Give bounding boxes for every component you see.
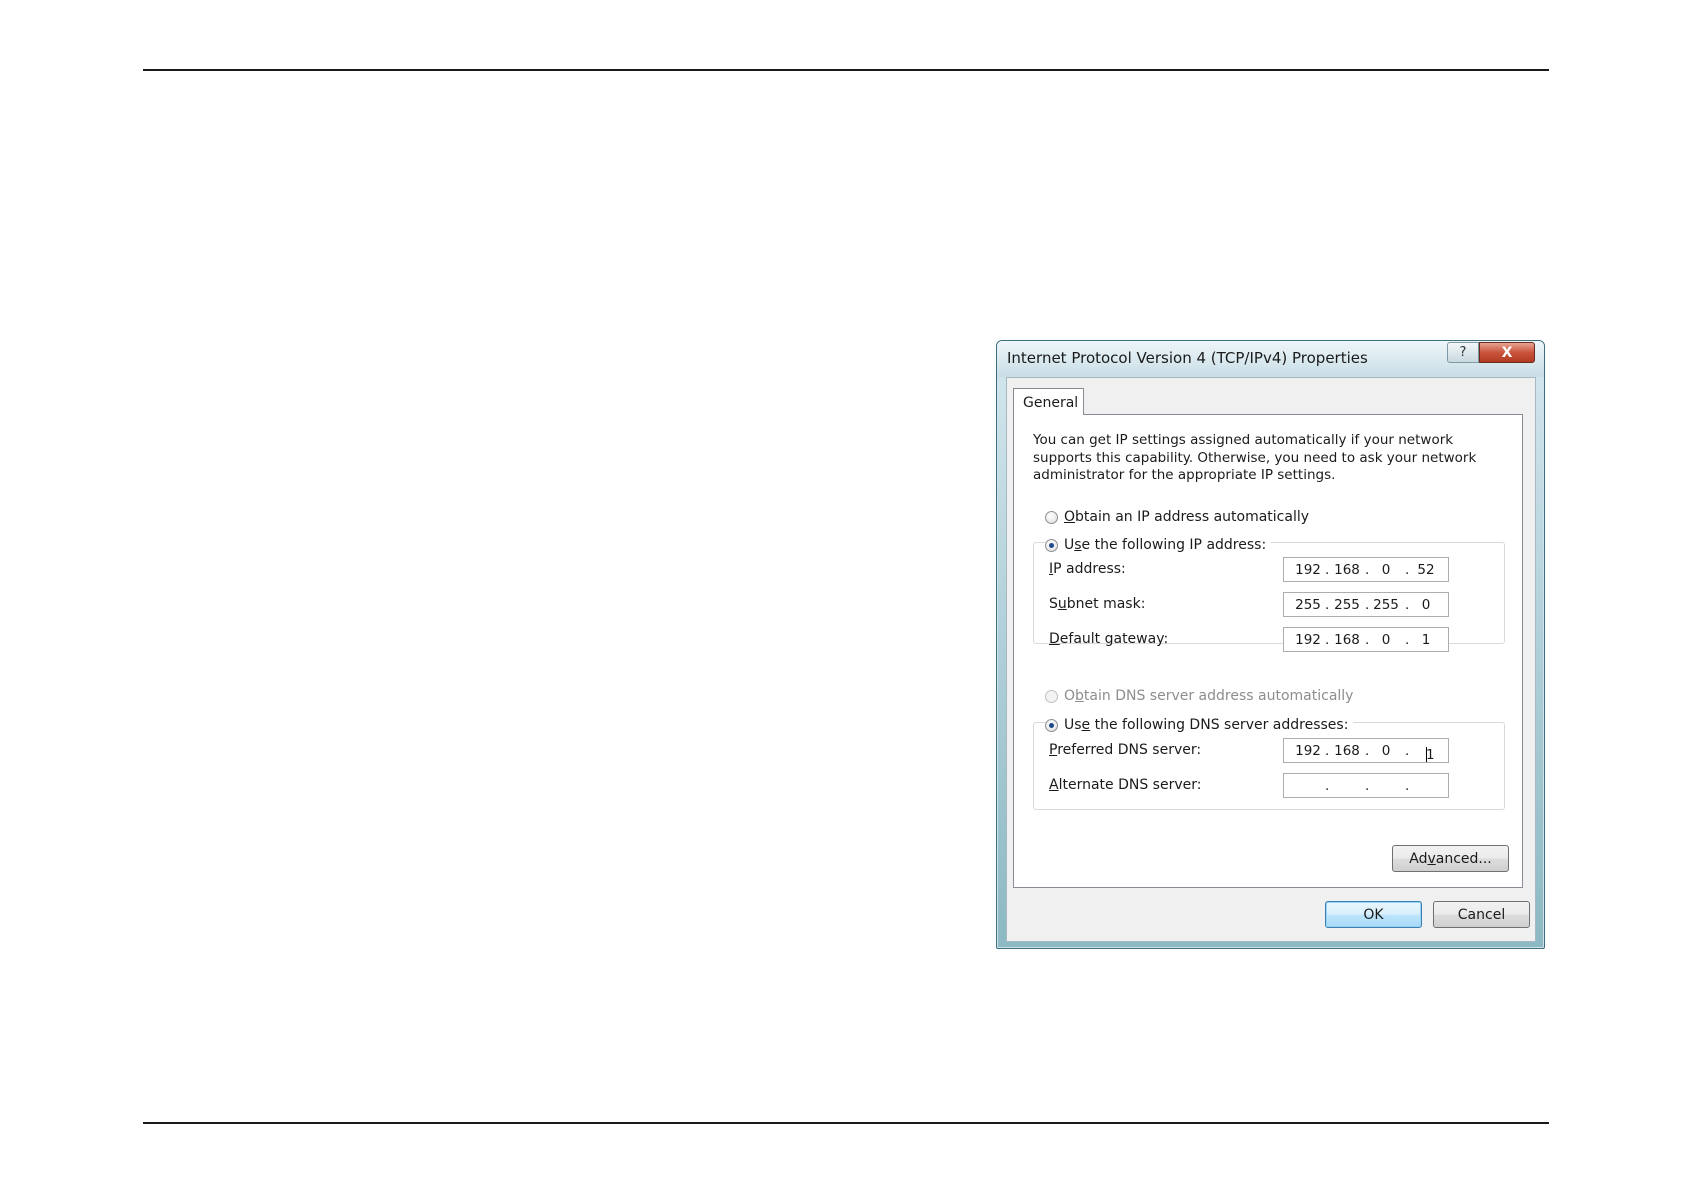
ipv4-properties-dialog: Internet Protocol Version 4 (TCP/IPv4) P… bbox=[996, 340, 1545, 949]
radio-disabled-icon bbox=[1045, 689, 1058, 703]
subnet-mask-input[interactable]: 255. 255. 255. 0 bbox=[1283, 592, 1449, 617]
general-tab-panel: You can get IP settings assigned automat… bbox=[1013, 414, 1523, 888]
radio-checked-icon bbox=[1045, 718, 1058, 732]
alternate-dns-input[interactable]: . . . bbox=[1283, 773, 1449, 798]
use-following-dns-radio[interactable]: Use the following DNS server addresses: bbox=[1045, 715, 1354, 735]
dialog-title: Internet Protocol Version 4 (TCP/IPv4) P… bbox=[1007, 349, 1368, 367]
dns-server-group: Preferred DNS server: 192. 168. 0. 1 Alt… bbox=[1033, 722, 1505, 810]
question-mark-icon: ? bbox=[1459, 345, 1467, 360]
ip-address-group: IP address: 192. 168. 0. 52 Subnet mask:… bbox=[1033, 542, 1505, 652]
close-button[interactable]: X bbox=[1479, 342, 1535, 363]
close-icon: X bbox=[1501, 344, 1513, 361]
use-following-dns-label: Use the following DNS server addresses: bbox=[1064, 717, 1349, 733]
radio-unchecked-icon bbox=[1045, 510, 1058, 524]
ip-address-input[interactable]: 192. 168. 0. 52 bbox=[1283, 557, 1449, 582]
use-following-ip-radio[interactable]: Use the following IP address: bbox=[1045, 535, 1272, 555]
subnet-mask-label: Subnet mask: bbox=[1049, 596, 1146, 612]
ok-button[interactable]: OK bbox=[1325, 901, 1422, 928]
preferred-dns-label: Preferred DNS server: bbox=[1049, 742, 1202, 758]
ip-address-label: IP address: bbox=[1049, 561, 1126, 577]
default-gateway-input[interactable]: 192. 168. 0. 1 bbox=[1283, 627, 1449, 652]
use-following-ip-label: Use the following IP address: bbox=[1064, 537, 1267, 553]
tab-general[interactable]: General bbox=[1013, 388, 1084, 415]
obtain-dns-auto-label: Obtain DNS server address automatically bbox=[1064, 688, 1354, 704]
advanced-button[interactable]: Advanced... bbox=[1392, 845, 1509, 872]
help-button[interactable]: ? bbox=[1447, 342, 1479, 363]
obtain-dns-auto-radio[interactable]: Obtain DNS server address automatically bbox=[1045, 686, 1359, 706]
obtain-ip-auto-radio[interactable]: Obtain an IP address automatically bbox=[1045, 507, 1315, 527]
preferred-dns-octet-4: 1 bbox=[1426, 747, 1435, 763]
obtain-ip-auto-label: Obtain an IP address automatically bbox=[1064, 509, 1310, 525]
preferred-dns-input[interactable]: 192. 168. 0. 1 bbox=[1283, 738, 1449, 763]
cancel-button[interactable]: Cancel bbox=[1433, 901, 1530, 928]
radio-checked-icon bbox=[1045, 538, 1058, 552]
default-gateway-label: Default gateway: bbox=[1049, 631, 1169, 647]
top-divider-line bbox=[143, 69, 1549, 71]
text-cursor bbox=[1426, 747, 1427, 762]
advanced-button-label: Advanced... bbox=[1409, 850, 1492, 867]
bottom-divider-line bbox=[143, 1122, 1549, 1124]
description-text: You can get IP settings assigned automat… bbox=[1033, 432, 1477, 483]
title-bar[interactable]: Internet Protocol Version 4 (TCP/IPv4) P… bbox=[997, 341, 1544, 377]
alternate-dns-label: Alternate DNS server: bbox=[1049, 777, 1202, 793]
dialog-body: General You can get IP settings assigned… bbox=[1006, 377, 1536, 942]
